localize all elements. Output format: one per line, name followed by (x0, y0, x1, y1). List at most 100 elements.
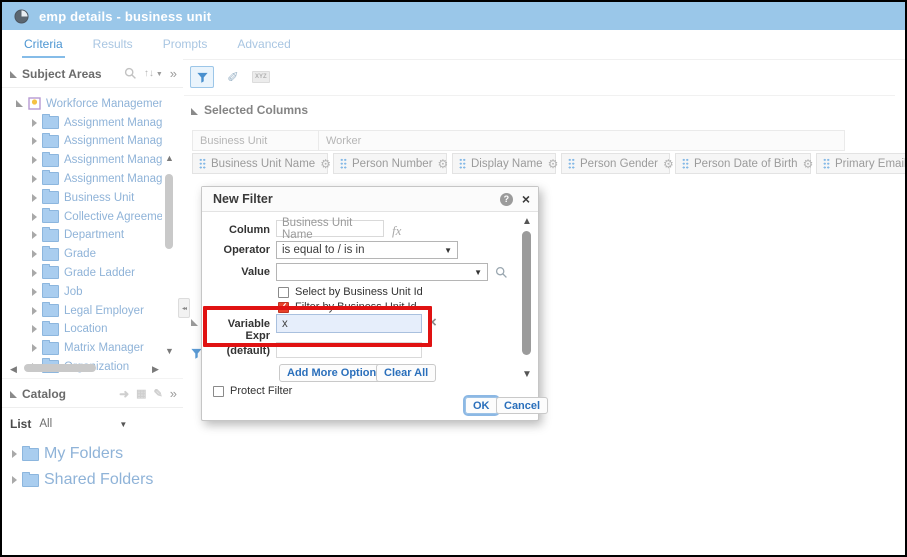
tree-item-location[interactable]: Location (32, 323, 107, 336)
catalog-item-label[interactable]: Shared Folders (44, 471, 153, 489)
value-combo[interactable]: ▼ (276, 263, 488, 281)
tree-item-label[interactable]: Location (64, 323, 107, 335)
help-icon[interactable]: ? (500, 193, 513, 206)
tree-item-assignment-manager-li[interactable]: Assignment Manager Li (32, 172, 162, 185)
gear-icon[interactable]: ⚙ (803, 158, 814, 170)
collapse-triangle-icon[interactable] (10, 71, 17, 78)
select-by-id-row[interactable]: Select by Business Unit Id (278, 286, 423, 298)
tree-root-label[interactable]: Workforce Management - W (46, 98, 162, 110)
drag-handle-icon[interactable] (682, 158, 689, 169)
filter-by-id-row[interactable]: Filter by Business Unit Id (278, 301, 417, 313)
collapse-triangle-icon[interactable] (191, 108, 198, 115)
clear-all-button[interactable]: Clear All (376, 364, 436, 382)
cancel-button[interactable]: Cancel (496, 397, 548, 414)
drag-handle-icon[interactable] (340, 158, 347, 169)
tree-item-label[interactable]: Collective Agreements (64, 211, 162, 223)
tree-item-label[interactable]: Job (64, 286, 83, 298)
tree-item-label[interactable]: Assignment Manager Li (64, 173, 162, 185)
scroll-down-icon[interactable]: ▼ (165, 347, 174, 356)
tree-item-department[interactable]: Department (32, 229, 124, 242)
tab-advanced[interactable]: Advanced (235, 31, 292, 58)
operator-select[interactable]: is equal to / is in ▼ (276, 241, 458, 259)
tree-item-label[interactable]: Matrix Manager (64, 342, 144, 354)
tree-item-assignment-manager[interactable]: Assignment Manager (32, 116, 162, 129)
sort-icon[interactable]: ↑↓ ▼ (144, 68, 163, 79)
collapsed-node-icon[interactable] (32, 231, 37, 239)
tab-results[interactable]: Results (91, 31, 135, 58)
scroll-right-icon[interactable]: ▶ (152, 365, 159, 374)
drag-handle-icon[interactable] (459, 158, 466, 169)
scroll-down-icon[interactable]: ▼ (522, 370, 532, 380)
collapsed-node-icon[interactable] (32, 288, 37, 296)
collapsed-node-icon[interactable] (12, 450, 17, 458)
tree-item-label[interactable]: Assignment Manager Li (64, 154, 162, 166)
checkbox-checked-icon[interactable] (278, 302, 289, 313)
collapsed-node-icon[interactable] (12, 476, 17, 484)
collapsed-node-icon[interactable] (32, 156, 37, 164)
tree-item-label[interactable]: Grade Ladder (64, 267, 135, 279)
collapsed-node-icon[interactable] (32, 119, 37, 127)
catalog-item-my-folders[interactable]: My Folders (12, 445, 183, 463)
edit-icon[interactable]: ✎ (154, 387, 163, 400)
checkbox-unchecked-icon[interactable] (213, 386, 224, 397)
column-pill-business-unit-name[interactable]: Business Unit Name⚙ (192, 153, 328, 174)
column-pill-person-number[interactable]: Person Number⚙ (333, 153, 447, 174)
selection-steps-button[interactable]: ✐ (222, 67, 244, 87)
list-type-dropdown[interactable]: All ▼ (39, 418, 127, 430)
variable-expr-input[interactable]: x (276, 314, 422, 333)
gear-icon[interactable]: ⚙ (548, 158, 559, 170)
protect-filter-row[interactable]: Protect Filter (213, 385, 292, 397)
tree-root-workforce[interactable]: Workforce Management - W (16, 97, 162, 110)
scroll-up-icon[interactable]: ▲ (165, 154, 174, 163)
catalog-item-label[interactable]: My Folders (44, 445, 123, 463)
column-pill-primary-email[interactable]: Primary Email⚙ (816, 153, 907, 174)
collapsed-node-icon[interactable] (32, 344, 37, 352)
expand-panel-icon[interactable]: » (170, 66, 177, 81)
fx-icon[interactable]: fx (392, 223, 401, 239)
tree-item-label[interactable]: Assignment Manager (U (64, 135, 162, 147)
expanded-node-icon[interactable] (16, 100, 23, 107)
drag-handle-icon[interactable] (568, 158, 575, 169)
variables-button[interactable]: XYZ (252, 71, 270, 83)
collapsed-node-icon[interactable] (32, 269, 37, 277)
dialog-title-bar[interactable]: New Filter ? × (202, 187, 538, 212)
tree-item-label[interactable]: Legal Employer (64, 305, 144, 317)
tree-item-collective-agreements[interactable]: Collective Agreements (32, 210, 162, 223)
dialog-scrollbar-thumb[interactable] (522, 231, 531, 355)
tree-item-assignment-manager-u[interactable]: Assignment Manager (U (32, 135, 162, 148)
tree-item-assignment-manager-li[interactable]: Assignment Manager Li (32, 154, 162, 167)
collapsed-node-icon[interactable] (32, 213, 37, 221)
column-pill-display-name[interactable]: Display Name⚙ (452, 153, 556, 174)
default-input[interactable] (276, 342, 422, 358)
open-arrow-icon[interactable]: ➜ (119, 387, 129, 401)
ok-button[interactable]: OK (465, 397, 498, 414)
tree-item-label[interactable]: Business Unit (64, 192, 134, 204)
gear-icon[interactable]: ⚙ (320, 158, 331, 170)
gear-icon[interactable]: ⚙ (438, 158, 449, 170)
collapsed-node-icon[interactable] (32, 325, 37, 333)
drag-handle-icon[interactable] (823, 158, 830, 169)
collapse-triangle-icon[interactable] (10, 391, 17, 398)
tree-item-label[interactable]: Grade (64, 248, 96, 260)
tree-item-grade-ladder[interactable]: Grade Ladder (32, 266, 135, 279)
remove-icon[interactable]: × (428, 314, 437, 331)
expand-panel-icon[interactable]: » (170, 386, 177, 401)
collapsed-node-icon[interactable] (32, 307, 37, 315)
filter-tool-button[interactable] (190, 66, 214, 88)
tree-item-label[interactable]: Assignment Manager (64, 117, 162, 129)
close-icon[interactable]: × (522, 192, 530, 206)
column-pill-person-gender[interactable]: Person Gender⚙ (561, 153, 670, 174)
tree-item-grade[interactable]: Grade (32, 248, 96, 261)
tab-criteria[interactable]: Criteria (22, 31, 65, 58)
scroll-left-icon[interactable]: ◀ (10, 365, 17, 374)
scroll-up-icon[interactable]: ▲ (522, 217, 532, 227)
tree-item-legal-employer[interactable]: Legal Employer (32, 304, 144, 317)
drag-handle-icon[interactable] (199, 158, 206, 169)
column-pill-person-date-of-birth[interactable]: Person Date of Birth⚙ (675, 153, 811, 174)
tab-prompts[interactable]: Prompts (161, 31, 210, 58)
tree-item-matrix-manager[interactable]: Matrix Manager (32, 342, 144, 355)
gear-icon[interactable]: ⚙ (663, 158, 674, 170)
search-values-icon[interactable] (495, 266, 508, 279)
tree-item-label[interactable]: Department (64, 229, 124, 241)
catalog-item-shared-folders[interactable]: Shared Folders (12, 471, 183, 489)
